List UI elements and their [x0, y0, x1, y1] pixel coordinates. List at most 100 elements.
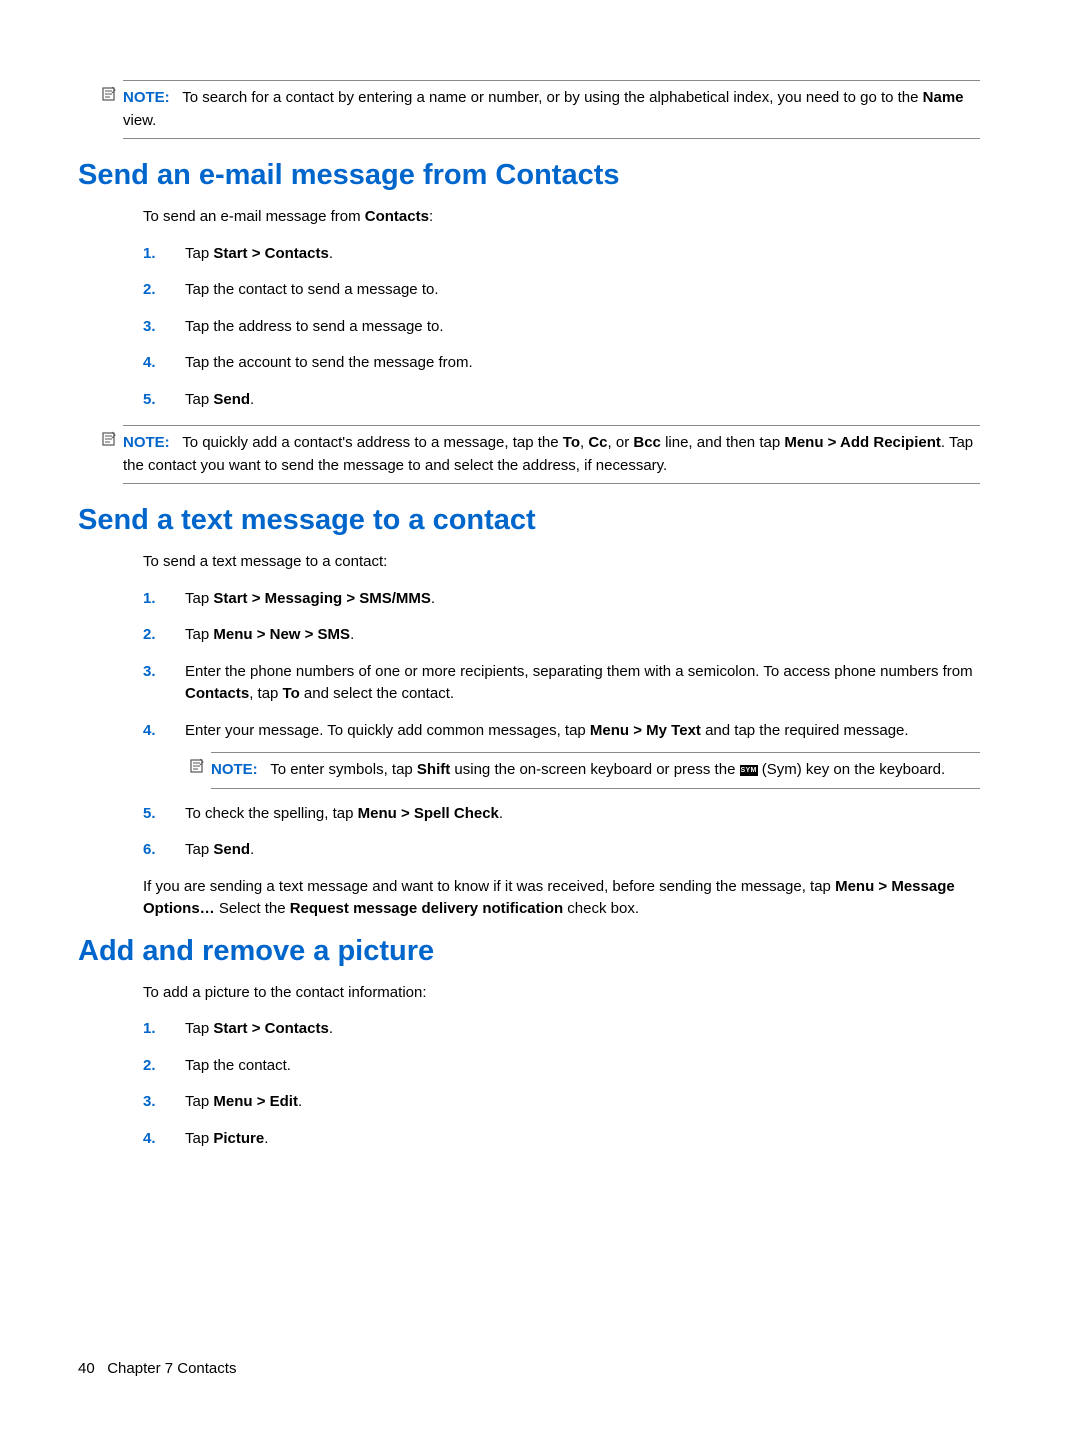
intro-text: To send a text message to a contact: [143, 551, 980, 574]
note-bold: Bcc [633, 434, 661, 451]
section-heading: Send an e-mail message from Contacts [78, 159, 980, 192]
steps-list: 1.Tap Start > Contacts. 2.Tap the contac… [143, 1018, 980, 1150]
step-text: Tap the contact. [185, 1057, 291, 1074]
step-number: 6. [143, 839, 156, 862]
step-text: . [499, 805, 503, 822]
step-text: . [431, 590, 435, 607]
note-box: NOTE: To quickly add a contact's address… [123, 425, 980, 484]
page-number: 40 [78, 1360, 95, 1377]
step-text: . [350, 626, 354, 643]
step-item: 1. Tap Start > Messaging > SMS/MMS. [143, 588, 980, 611]
section-heading: Add and remove a picture [78, 935, 980, 968]
step-bold: Picture [213, 1130, 264, 1147]
step-text: . [329, 245, 333, 262]
note-content: To quickly add a contact's address to a … [182, 434, 563, 451]
note-bold: Cc [588, 434, 607, 451]
step-text: Tap [185, 391, 213, 408]
step-item: 3.Enter the phone numbers of one or more… [143, 661, 980, 706]
step-item: 3. Tap the address to send a message to. [143, 316, 980, 339]
note-content: To enter symbols, tap [270, 761, 417, 778]
intro-after: : [429, 208, 433, 225]
step-number: 1. [143, 1018, 156, 1041]
note-bold: Menu > Add Recipient [784, 434, 941, 451]
step-text: Enter the phone numbers of one or more r… [185, 663, 973, 680]
step-text: Tap the contact to send a message to. [185, 281, 439, 298]
note-content-after: view. [123, 112, 156, 129]
step-text: Tap [185, 841, 213, 858]
step-item: 4.Tap the account to send the message fr… [143, 352, 980, 375]
step-text: . [250, 391, 254, 408]
step-item: 4. Tap Picture. [143, 1128, 980, 1151]
step-number: 4. [143, 720, 156, 743]
step-number: 4. [143, 1128, 156, 1151]
step-item: 6. Tap Send. [143, 839, 980, 862]
step-item: 2. Tap the contact to send a message to. [143, 279, 980, 302]
note-bold: To [563, 434, 580, 451]
document-page: NOTE: To search for a contact by enterin… [0, 0, 1080, 1437]
page-footer: 40 Chapter 7 Contacts [78, 1360, 236, 1377]
note-label: NOTE: [211, 761, 258, 778]
step-text: Enter your message. To quickly add commo… [185, 722, 590, 739]
intro-bold: Contacts [365, 208, 429, 225]
step-text: . [329, 1020, 333, 1037]
step-number: 1. [143, 243, 156, 266]
step-number: 4. [143, 352, 156, 375]
step-item: 1.Tap Start > Contacts. [143, 243, 980, 266]
step-text: Tap [185, 626, 213, 643]
step-bold: Menu > New > SMS [213, 626, 350, 643]
step-text: Tap [185, 1093, 213, 1110]
note-content: To search for a contact by entering a na… [182, 89, 922, 106]
note-text: NOTE: To quickly add a contact's address… [123, 432, 980, 477]
step-number: 2. [143, 279, 156, 302]
step-number: 3. [143, 316, 156, 339]
note-icon [99, 431, 119, 451]
para-text: If you are sending a text message and wa… [143, 878, 835, 895]
page-content: NOTE: To search for a contact by enterin… [78, 80, 980, 1150]
step-item: 3.Tap Menu > Edit. [143, 1091, 980, 1114]
note-label: NOTE: [123, 434, 170, 451]
step-number: 2. [143, 624, 156, 647]
note-content: , or [608, 434, 634, 451]
para-text: check box. [563, 900, 639, 917]
step-bold: Menu > Spell Check [358, 805, 499, 822]
step-bold: Contacts [185, 685, 249, 702]
step-bold: Send [213, 841, 250, 858]
step-bold: Start > Contacts [213, 1020, 328, 1037]
step-text: Tap [185, 590, 213, 607]
step-number: 1. [143, 588, 156, 611]
step-bold: To [283, 685, 300, 702]
step-item: 5.Tap Send. [143, 389, 980, 412]
step-bold: Start > Messaging > SMS/MMS [213, 590, 431, 607]
paragraph: If you are sending a text message and wa… [143, 876, 980, 921]
note-bold: Name [923, 89, 964, 106]
step-text: Tap the address to send a message to. [185, 318, 444, 335]
step-text: Tap [185, 1130, 213, 1147]
step-item: 2.Tap the contact. [143, 1055, 980, 1078]
note-text: NOTE: To search for a contact by enterin… [123, 87, 980, 132]
step-text: and tap the required message. [701, 722, 909, 739]
step-number: 5. [143, 803, 156, 826]
note-icon [187, 758, 207, 782]
intro-before: To send an e-mail message from [143, 208, 365, 225]
note-content: (Sym) key on the keyboard. [758, 761, 946, 778]
note-icon [99, 86, 119, 106]
note-content: line, and then tap [661, 434, 784, 451]
steps-list: 1. Tap Start > Messaging > SMS/MMS. 2. Tap… [143, 588, 980, 862]
section-heading: Send a text message to a contact [78, 504, 980, 537]
step-text: To check the spelling, tap [185, 805, 358, 822]
step-item: 5. To check the spelling, tap Menu > Spel… [143, 803, 980, 826]
steps-list: 1.Tap Start > Contacts. 2. Tap the contac… [143, 243, 980, 412]
intro-text: To add a picture to the contact informat… [143, 982, 980, 1005]
inner-note-wrap: NOTE: To enter symbols, tap Shift using … [211, 752, 980, 789]
step-text: . [250, 841, 254, 858]
step-item: 1.Tap Start > Contacts. [143, 1018, 980, 1041]
para-bold: Request message delivery notification [290, 900, 563, 917]
step-bold: Menu > Edit [213, 1093, 298, 1110]
note-text: NOTE: To enter symbols, tap Shift using … [211, 759, 980, 782]
intro-text: To send an e-mail message from Contacts: [143, 206, 980, 229]
para-text: Select the [215, 900, 290, 917]
step-text: . [298, 1093, 302, 1110]
step-number: 5. [143, 389, 156, 412]
step-text: . [264, 1130, 268, 1147]
note-box: NOTE: To search for a contact by enterin… [123, 80, 980, 139]
